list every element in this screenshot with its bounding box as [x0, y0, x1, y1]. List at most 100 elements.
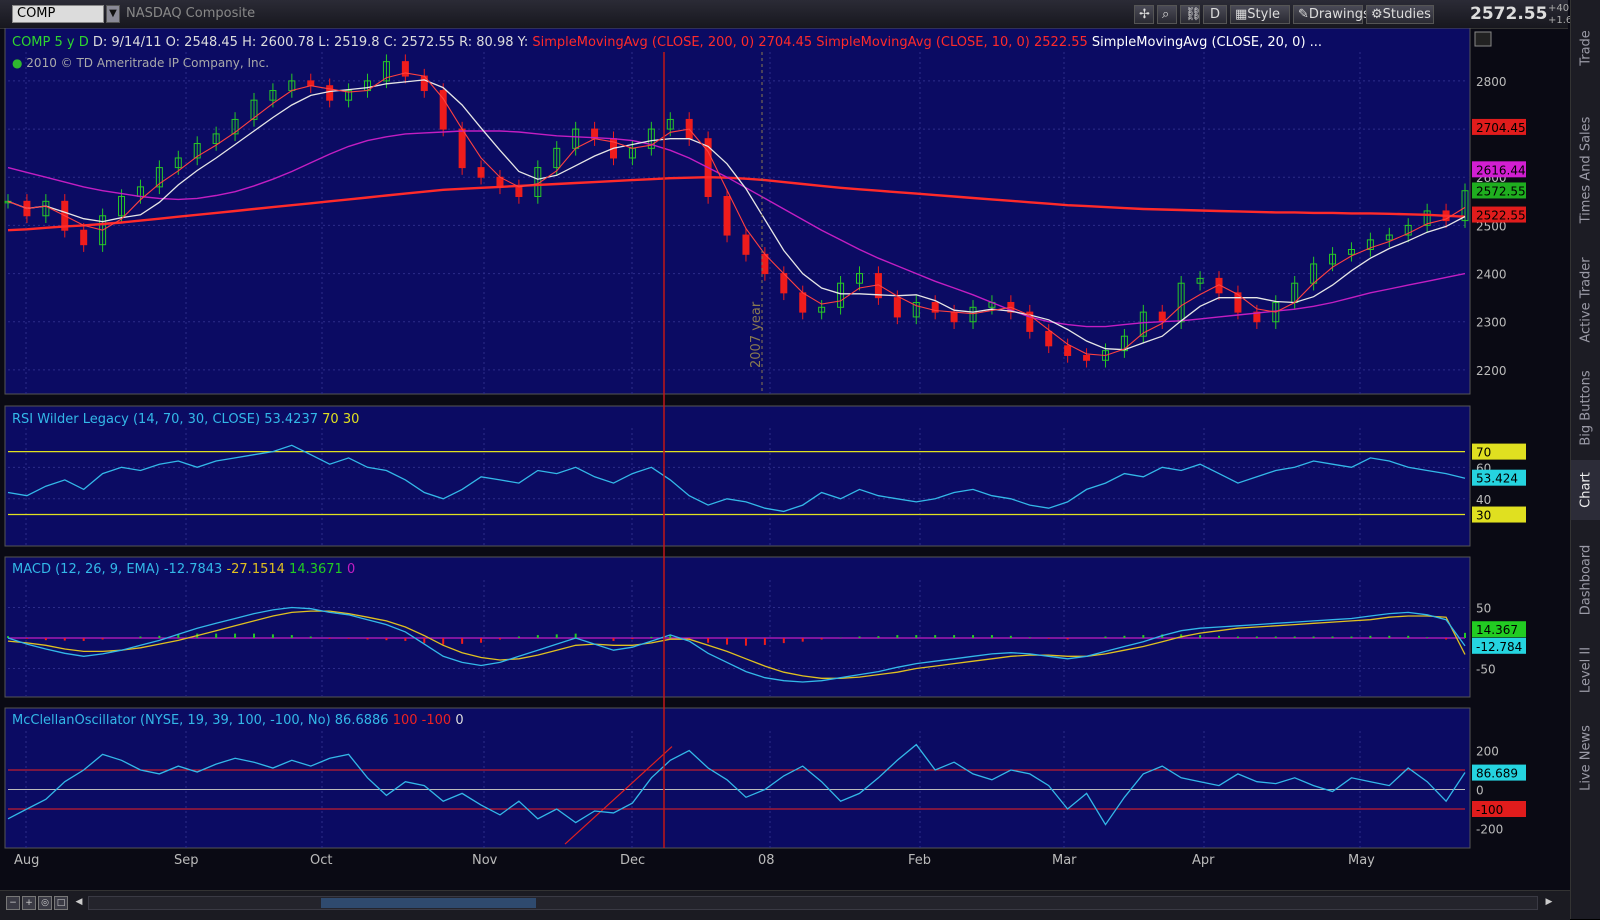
axis-badge-text: 86.689 [1476, 767, 1518, 781]
candle-body [458, 128, 466, 169]
zoom-fit-icon[interactable]: ◎ [38, 896, 52, 910]
candle-body [1083, 354, 1091, 361]
price-axis: 28002700260025002400230022002704.452616.… [1472, 75, 1526, 378]
time-axis-label: 08 [758, 853, 775, 868]
candle-body [515, 186, 523, 198]
macd-header: MACD (12, 26, 9, EMA) -12.7843 -27.1514 … [12, 562, 355, 577]
candle-body [477, 167, 485, 178]
drawings-icon: ✎ [1298, 7, 1309, 22]
study-label: SimpleMovingAvg (CLOSE, 10, 0) [816, 35, 1034, 50]
price-info-field: O: 2548.45 [166, 35, 242, 50]
candle-body [799, 292, 807, 313]
info-icon: ● [12, 56, 26, 70]
axis-badge-text: -100 [1476, 803, 1503, 817]
axis-badge-text: 2616.44 [1476, 163, 1526, 177]
candle-body [326, 85, 334, 101]
studies-button[interactable]: ⚙Studies [1366, 5, 1434, 24]
time-axis-label: Nov [472, 853, 498, 868]
price-info-line: COMP 5 y D D: 9/14/11 O: 2548.45 H: 2600… [12, 35, 1322, 50]
price-info-field: Y: [517, 35, 533, 50]
candle-body [307, 80, 315, 87]
time-scrollbar[interactable] [88, 896, 1538, 910]
scroll-left-icon[interactable]: ◀ [72, 896, 86, 910]
reset-icon[interactable]: □ [54, 896, 68, 910]
bottom-bar: − + ◎ □ ◀ ▶ [0, 890, 1570, 920]
rsi-pane[interactable] [4, 405, 1471, 547]
study-value: 2522.55 [1034, 35, 1092, 50]
price-info-field: C: 2572.55 [384, 35, 459, 50]
candle-body [742, 234, 750, 255]
axis-tick-label: 40 [1476, 493, 1491, 507]
scroll-right-icon[interactable]: ▶ [1542, 896, 1556, 910]
axis-tick-label: -200 [1476, 823, 1503, 837]
time-axis-label: Mar [1052, 853, 1077, 868]
mcclellan-header: McClellanOscillator (NYSE, 19, 39, 100, … [12, 713, 464, 728]
link-icon[interactable]: ⛓ [1180, 5, 1202, 24]
time-axis-label: Apr [1192, 853, 1215, 868]
last-price: 2572.55 [1470, 4, 1548, 24]
candle-body [893, 297, 901, 318]
studies-label: Studies [1382, 7, 1431, 22]
right-sidebar: Trade Times And Sales Active Trader Big … [1570, 0, 1600, 919]
axis-tick-label: -50 [1476, 663, 1496, 677]
crosshair-icon[interactable]: ✢ [1134, 5, 1154, 24]
axis-badge-text: 2522.55 [1476, 209, 1526, 223]
zoom-out-icon[interactable]: − [6, 896, 20, 910]
price-info-field: H: 2600.78 [242, 35, 318, 50]
axis-badge-text: 70 [1476, 446, 1491, 460]
time-axis-label: Feb [908, 853, 931, 868]
style-label: Style [1247, 7, 1280, 22]
candle-body [1158, 311, 1166, 323]
tab-trade[interactable]: Trade [1571, 0, 1600, 95]
candle-body [1064, 345, 1072, 356]
study-value: 2704.45 [758, 35, 816, 50]
style-icon: ▦ [1235, 7, 1248, 22]
price-info-field: COMP 5 y D [12, 35, 93, 50]
time-axis-label: Aug [14, 853, 39, 868]
axis-badge-text: 14.367 [1476, 623, 1518, 637]
candle-body [723, 196, 731, 236]
axis-badge-text: 2704.45 [1476, 121, 1526, 135]
tab-level-ii[interactable]: Level II [1571, 635, 1600, 705]
candle-body [950, 311, 958, 323]
price-info-field: D: 9/14/11 [93, 35, 166, 50]
axis-badge-text: 2572.55 [1476, 184, 1526, 198]
price-info-field: L: 2519.8 [318, 35, 383, 50]
zoom-icon[interactable]: ⌕ [1157, 5, 1177, 24]
axis-tick-label: 2400 [1476, 268, 1507, 282]
chart-settings-icon[interactable] [1474, 31, 1492, 47]
period-button[interactable]: D [1203, 5, 1227, 24]
symbol-input[interactable]: COMP [12, 5, 104, 23]
studies-icon: ⚙ [1371, 7, 1383, 22]
chart-canvas[interactable]: COMP 5 y D D: 9/14/11 O: 2548.45 H: 2600… [0, 28, 1570, 890]
tab-chart[interactable]: Chart [1571, 460, 1600, 520]
symbol-dropdown-icon[interactable]: ▼ [106, 5, 120, 23]
zoom-in-icon[interactable]: + [22, 896, 36, 910]
axis-tick-label: 200 [1476, 745, 1499, 759]
scrollbar-thumb[interactable] [321, 898, 536, 908]
axis-badge-text: 30 [1476, 509, 1491, 523]
copyright-text: ● 2010 © TD Ameritrade IP Company, Inc. [12, 56, 269, 70]
drawings-button[interactable]: ✎Drawings [1293, 5, 1370, 24]
price-study-header: COMP 5 y D D: 9/14/11 O: 2548.45 H: 2600… [12, 35, 1322, 50]
axis-tick-label: 2200 [1476, 364, 1507, 378]
study-label: SimpleMovingAvg (CLOSE, 20, 0) ... [1092, 35, 1322, 50]
rsi-header: RSI Wilder Legacy (14, 70, 30, CLOSE) 53… [12, 412, 359, 427]
tab-live-news[interactable]: Live News [1571, 710, 1600, 805]
time-axis-label: Sep [174, 853, 199, 868]
tab-times-and-sales[interactable]: Times And Sales [1571, 100, 1600, 240]
study-label: SimpleMovingAvg (CLOSE, 200, 0) [532, 35, 758, 50]
tab-dashboard[interactable]: Dashboard [1571, 530, 1600, 630]
style-button[interactable]: ▦Style [1230, 5, 1290, 24]
chart-toolbar: COMP ▼ NASDAQ Composite ✢ ⌕ ⛓ D ▦Style ✎… [0, 0, 1588, 29]
tab-active-trader[interactable]: Active Trader [1571, 245, 1600, 355]
mcclellan-pane[interactable] [4, 707, 1471, 849]
axis-tick-label: 2300 [1476, 316, 1507, 330]
candle-body [1045, 330, 1053, 347]
axis-tick-label: 0 [1476, 784, 1484, 798]
time-axis-label: May [1348, 853, 1375, 868]
tab-big-buttons[interactable]: Big Buttons [1571, 360, 1600, 455]
time-axis: Aug Sep Oct Nov Dec 08 Feb Mar Apr May [14, 853, 1375, 868]
thinkorswim-chart-window: COMP ▼ NASDAQ Composite ✢ ⌕ ⛓ D ▦Style ✎… [0, 0, 1600, 920]
time-axis-label: Dec [620, 853, 645, 868]
